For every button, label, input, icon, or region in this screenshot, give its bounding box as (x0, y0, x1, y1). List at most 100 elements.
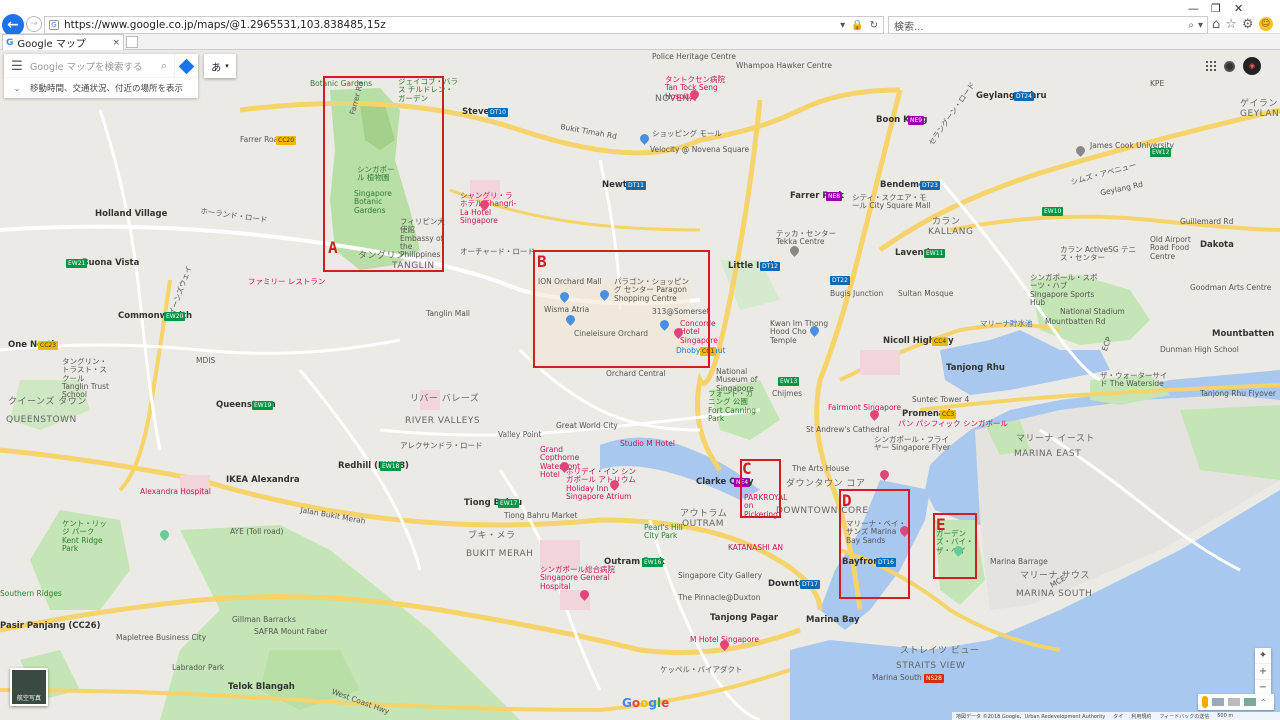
place-label: MDIS (196, 356, 216, 365)
place-label: Alexandra Hospital (140, 487, 211, 496)
road-label: AYE (Toll road) (230, 527, 284, 536)
place-label: Valley Point (498, 430, 542, 439)
avatar[interactable]: ◉ (1243, 57, 1261, 75)
refresh-icon[interactable]: ↻ (870, 20, 878, 31)
place-label: Marina Bay (806, 615, 860, 625)
lock-icon[interactable]: 🔒 (851, 20, 863, 31)
place-label: カラン ActiveSG テニス・センター (1060, 245, 1137, 263)
mrt-badge: EW19 (252, 401, 274, 410)
place-label: シンガポール・スポーツ・ハブ Singapore Sports Hub (1030, 273, 1098, 307)
maps-search-input[interactable]: Google マップを検索する (30, 59, 154, 73)
pegman-icon[interactable] (1202, 696, 1208, 708)
place-label: St Andrew's Cathedral (806, 425, 890, 434)
back-arrow-icon[interactable]: ← (2, 14, 24, 36)
directions-icon[interactable] (174, 54, 198, 78)
feedback-link[interactable]: フィードバックの送信 (1159, 713, 1209, 720)
satellite-label: 航空写真 (16, 695, 41, 702)
feedback-smiley-icon[interactable]: ☺ (1258, 17, 1273, 31)
terms-link[interactable]: 利用規約 (1131, 713, 1151, 720)
place-label: Telok Blangah (228, 682, 295, 692)
mrt-badge: DT11 (626, 181, 646, 190)
annotation-letter: E (936, 515, 946, 534)
area-label: ストレイツ ビュー (900, 646, 980, 656)
road-label: ケッペル・バイアダクト (660, 665, 743, 674)
minimize-button[interactable]: — (1188, 2, 1199, 15)
annotation-letter: C (742, 459, 752, 478)
region-link[interactable]: タイ (1113, 713, 1123, 720)
place-label: Buona Vista (82, 258, 140, 268)
maximize-button[interactable]: ❐ (1211, 2, 1221, 15)
area-label: クイーンズ タウン (8, 397, 87, 407)
favorites-star-icon[interactable]: ☆ (1225, 17, 1237, 32)
hamburger-menu-icon[interactable]: ☰ (4, 59, 30, 74)
place-label: Southern Ridges (0, 589, 62, 598)
road-label: アレクサンドラ・ロード (400, 441, 483, 450)
address-bar[interactable]: G https://www.google.co.jp/maps/@1.29655… (44, 16, 884, 34)
satellite-toggle[interactable]: 航空写真 (10, 668, 48, 706)
forward-arrow-icon[interactable]: → (26, 16, 42, 32)
place-label: SAFRA Mount Faber (254, 627, 328, 636)
place-label: The Pinnacle@Duxton (678, 593, 761, 602)
browser-search-input[interactable]: 検索... ⌕ ▾ (888, 16, 1208, 34)
place-label: Old Airport Road Food Centre (1150, 235, 1191, 261)
dropdown-icon[interactable]: ▾ (840, 20, 845, 31)
close-window-button[interactable]: ✕ (1234, 2, 1243, 15)
area-label: OUTRAM (682, 519, 724, 529)
imagery-thumbnail[interactable] (1212, 698, 1224, 706)
tab-google-maps[interactable]: G Google マップ × (2, 34, 124, 50)
mrt-badge: DT24 (1014, 92, 1034, 101)
imagery-thumbnail[interactable] (1228, 698, 1240, 706)
place-label: The Arts House (792, 464, 850, 473)
compass-icon[interactable]: ✦ (1255, 648, 1271, 664)
tab-title: Google マップ (17, 39, 86, 50)
expand-icon[interactable]: ⌃ (1260, 698, 1267, 707)
chevron-down-icon[interactable]: ⌄ (4, 84, 30, 93)
mrt-badge: EW11 (924, 249, 946, 258)
mrt-badge: CC3 (940, 410, 957, 419)
attribution-text: 地図データ ©2018 Google、Urban Redevelopment A… (956, 713, 1106, 720)
place-label: Goodman Arts Centre (1190, 283, 1272, 292)
place-label: Pearl's Hill City Park (644, 523, 683, 541)
place-label: Studio M Hotel (620, 439, 675, 448)
place-label: Mapletree Business City (116, 633, 207, 642)
place-label: Whampoa Hawker Centre (736, 61, 833, 70)
place-label: National Stadium (1060, 307, 1125, 316)
apps-grid-icon[interactable] (1206, 61, 1216, 71)
place-label: ザ・ウォーターサイド The Waterside (1100, 371, 1168, 389)
attribution-bar: 地図データ ©2018 Google、Urban Redevelopment A… (952, 712, 1280, 720)
mrt-badge: CC20 (276, 136, 297, 145)
new-tab-button[interactable] (126, 36, 138, 48)
scale-label[interactable]: 500 m (1217, 713, 1233, 719)
search-icon[interactable]: ⌕ (154, 59, 174, 73)
maps-search-box[interactable]: ☰ Google マップを検索する ⌕ (4, 54, 198, 78)
place-label: Tanjong Rhu (946, 363, 1005, 373)
road-label: Tanjong Rhu Flyover (1200, 389, 1276, 398)
mrt-badge: DT12 (760, 262, 780, 271)
place-label: シティ・スクエア・モール City Square Mall (852, 193, 931, 211)
street-view-bar: ⌃ (1198, 694, 1274, 710)
notifications-icon[interactable] (1224, 60, 1235, 72)
place-label: タングリン・トラスト・スクール Tanglin Trust School (62, 357, 109, 399)
tab-close-icon[interactable]: × (112, 38, 120, 48)
map-canvas[interactable]: ☰ Google マップを検索する ⌕ あ ▾ ⌄ 移動時間、交通状況、付近の場… (0, 50, 1280, 720)
mrt-badge: EW17 (498, 499, 520, 508)
mrt-badge: CC23 (38, 341, 59, 350)
zoom-in-button[interactable]: + (1255, 664, 1271, 680)
place-label: ショッピング モール (652, 129, 722, 138)
kana-label: あ (211, 62, 222, 74)
settings-gear-icon[interactable]: ⚙ (1242, 17, 1254, 32)
explore-nearby-panel[interactable]: ⌄ 移動時間、交通状況、付近の場所を表示 (4, 78, 198, 98)
search-icon[interactable]: ⌕ (1188, 20, 1194, 31)
place-label: Tanglin Mall (426, 309, 470, 318)
input-tool-toggle[interactable]: あ ▾ (204, 54, 236, 78)
search-dropdown-icon[interactable]: ▾ (1198, 20, 1203, 31)
area-label: マリーナ イースト (1016, 434, 1095, 444)
place-label: Labrador Park (172, 663, 225, 672)
url-text[interactable]: https://www.google.co.jp/maps/@1.2965531… (64, 19, 840, 31)
place-label: Sultan Mosque (898, 289, 954, 298)
place-label: Gillman Barracks (232, 615, 296, 624)
home-icon[interactable]: ⌂ (1212, 17, 1220, 32)
imagery-thumbnail[interactable] (1244, 698, 1256, 706)
place-label: Grand Copthorne Waterfront Hotel (540, 445, 580, 479)
annotation-letter: D (842, 491, 852, 510)
